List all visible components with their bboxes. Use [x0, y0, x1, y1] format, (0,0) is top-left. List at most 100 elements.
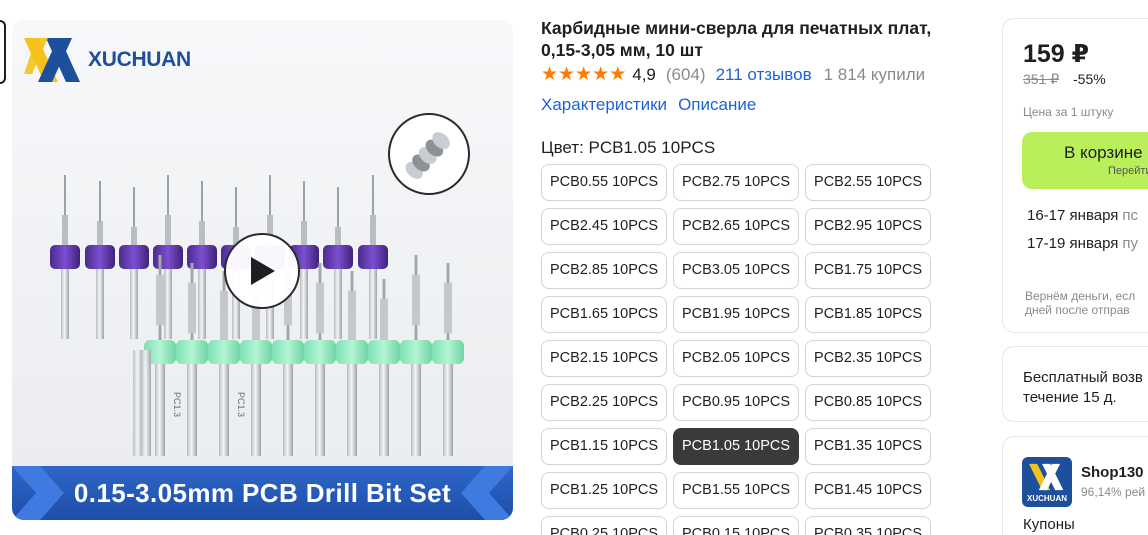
drill-bit-shank — [347, 364, 357, 456]
option-row: PCB1.65 10PCS PCB1.95 10PCS PCB1.85 10PCS — [541, 296, 932, 333]
color-option[interactable]: PCB0.15 10PCS — [673, 516, 800, 535]
color-option[interactable]: PCB1.65 10PCS — [541, 296, 668, 333]
return-line: Бесплатный возв — [1023, 369, 1143, 386]
rating-value: 4,9 — [632, 65, 656, 84]
return-policy-card[interactable]: Бесплатный возв течение 15 д. — [1002, 346, 1148, 422]
drill-bit-shank — [96, 269, 104, 339]
return-line: течение 15 д. — [1023, 389, 1117, 406]
product-gallery[interactable]: XUCHUAN PC1.3 PC1.3 0.15-3.05mm PCB Drill… — [12, 20, 513, 520]
rating-stars: ★ ★ ★ ★ ★ — [541, 65, 626, 85]
color-option[interactable]: PCB1.05 10PCS — [673, 428, 800, 465]
drill-bit-flute — [444, 283, 452, 333]
color-option[interactable]: PCB1.35 10PCS — [805, 428, 932, 465]
color-option[interactable]: PCB1.15 10PCS — [541, 428, 668, 465]
drill-bit-shank — [283, 364, 293, 456]
coupons-label[interactable]: Купоны — [1023, 516, 1075, 533]
delivery-note: пс — [1122, 207, 1139, 224]
drill-bit-flute — [220, 291, 228, 341]
green-collar — [400, 340, 432, 364]
drill-bit-flute — [412, 275, 420, 325]
drill-bit-shank — [198, 269, 206, 339]
color-option[interactable]: PCB2.05 10PCS — [673, 340, 800, 377]
purple-collar — [85, 245, 115, 269]
color-option[interactable]: PCB1.25 10PCS — [541, 472, 668, 509]
banner-text: 0.15-3.05mm PCB Drill Bit Set — [73, 477, 452, 508]
color-option[interactable]: PCB0.55 10PCS — [541, 164, 668, 201]
old-price: 351 ₽ — [1023, 71, 1060, 87]
green-collar — [176, 340, 208, 364]
star-icon: ★ — [558, 64, 576, 85]
bought-count: 1 814 купили — [823, 65, 926, 84]
green-collar — [368, 340, 400, 364]
purple-collar — [358, 245, 388, 269]
color-label: Цвет: PCB1.05 10PCS — [541, 138, 716, 157]
option-row: PCB1.25 10PCS PCB1.55 10PCS PCB1.45 10PCS — [541, 472, 932, 509]
bit-engraving: PC1.3 — [236, 392, 246, 417]
color-option[interactable]: PCB2.25 10PCS — [541, 384, 668, 421]
option-row: PCB2.15 10PCS PCB2.05 10PCS PCB2.35 10PCS — [541, 340, 932, 377]
star-icon: ★ — [575, 64, 593, 85]
color-option[interactable]: PCB1.85 10PCS — [805, 296, 932, 333]
in-cart-button[interactable]: В корзине Перейти — [1022, 132, 1148, 189]
star-icon: ★ — [541, 64, 559, 85]
color-option[interactable]: PCB0.35 10PCS — [805, 516, 932, 535]
refund-line: Вернём деньги, есл — [1025, 289, 1136, 303]
reviews-link[interactable]: 211 отзывов — [716, 65, 812, 85]
color-option[interactable]: PCB2.85 10PCS — [541, 252, 668, 289]
drill-bit-flute — [316, 283, 324, 333]
shop-name[interactable]: Shop130 — [1081, 464, 1144, 481]
color-option[interactable]: PCB2.45 10PCS — [541, 208, 668, 245]
star-icon: ★ — [609, 64, 627, 85]
delivery-note: пу — [1122, 235, 1139, 252]
color-option[interactable]: PCB0.25 10PCS — [541, 516, 668, 535]
option-row: PCB0.25 10PCS PCB0.15 10PCS PCB0.35 10PCS — [541, 516, 932, 535]
drill-bit-shank — [219, 364, 229, 456]
cart-label: В корзине — [1064, 143, 1143, 162]
drill-bit-shank — [61, 269, 69, 339]
color-option[interactable]: PCB0.85 10PCS — [805, 384, 932, 421]
drill-bit-shank — [411, 364, 421, 456]
tab-description[interactable]: Описание — [678, 95, 756, 115]
play-video-button[interactable] — [224, 233, 300, 309]
color-option[interactable]: PCB1.95 10PCS — [673, 296, 800, 333]
delivery-option[interactable]: 17-19 января пу — [1027, 235, 1138, 252]
xuchuan-logo-icon — [1029, 463, 1064, 491]
color-option[interactable]: PCB0.95 10PCS — [673, 384, 800, 421]
color-option[interactable]: PCB2.55 10PCS — [805, 164, 932, 201]
color-options: PCB0.55 10PCS PCB2.75 10PCS PCB2.55 10PCS P… — [541, 164, 932, 535]
color-option[interactable]: PCB2.15 10PCS — [541, 340, 668, 377]
color-option[interactable]: PCB2.95 10PCS — [805, 208, 932, 245]
refund-note: Вернём деньги, есл дней после отправ — [1025, 289, 1135, 317]
green-collar — [240, 340, 272, 364]
color-option[interactable]: PCB2.35 10PCS — [805, 340, 932, 377]
green-collar — [272, 340, 304, 364]
color-option[interactable]: PCB2.75 10PCS — [673, 164, 800, 201]
drill-bit-shank — [443, 364, 453, 456]
shop-card[interactable]: XUCHUAN Shop130 96,14% рей Купоны — [1002, 436, 1148, 535]
image-banner: 0.15-3.05mm PCB Drill Bit Set — [12, 466, 513, 520]
discount-badge: -55% — [1073, 71, 1106, 87]
drill-bit-flute — [156, 275, 164, 325]
drill-bit-shank — [187, 364, 197, 456]
tab-characteristics[interactable]: Характеристики — [541, 95, 667, 115]
bit-engraving: PC1.3 — [172, 392, 182, 417]
color-option[interactable]: PCB2.65 10PCS — [673, 208, 800, 245]
banner-arrow-left-icon — [12, 466, 64, 520]
color-option[interactable]: PCB1.55 10PCS — [673, 472, 800, 509]
drill-bit-shank — [315, 364, 325, 456]
color-option[interactable]: PCB1.45 10PCS — [805, 472, 932, 509]
purple-collar — [50, 245, 80, 269]
thumbnail-selected[interactable] — [0, 20, 6, 84]
delivery-option[interactable]: 16-17 января пс — [1027, 207, 1138, 224]
drill-bit-shank — [155, 364, 165, 456]
shop-logo-text: XUCHUAN — [1027, 494, 1067, 503]
option-row: PCB2.85 10PCS PCB3.05 10PCS PCB1.75 10PCS — [541, 252, 932, 289]
drill-bit-shank — [300, 269, 308, 339]
shop-rating: 96,14% рей — [1081, 485, 1146, 499]
option-row: PCB2.45 10PCS PCB2.65 10PCS PCB2.95 10PCS — [541, 208, 932, 245]
delivery-date: 16-17 января — [1027, 207, 1119, 224]
play-icon — [251, 257, 275, 285]
drill-bit-flute — [348, 291, 356, 341]
color-option[interactable]: PCB1.75 10PCS — [805, 252, 932, 289]
color-option[interactable]: PCB3.05 10PCS — [673, 252, 800, 289]
